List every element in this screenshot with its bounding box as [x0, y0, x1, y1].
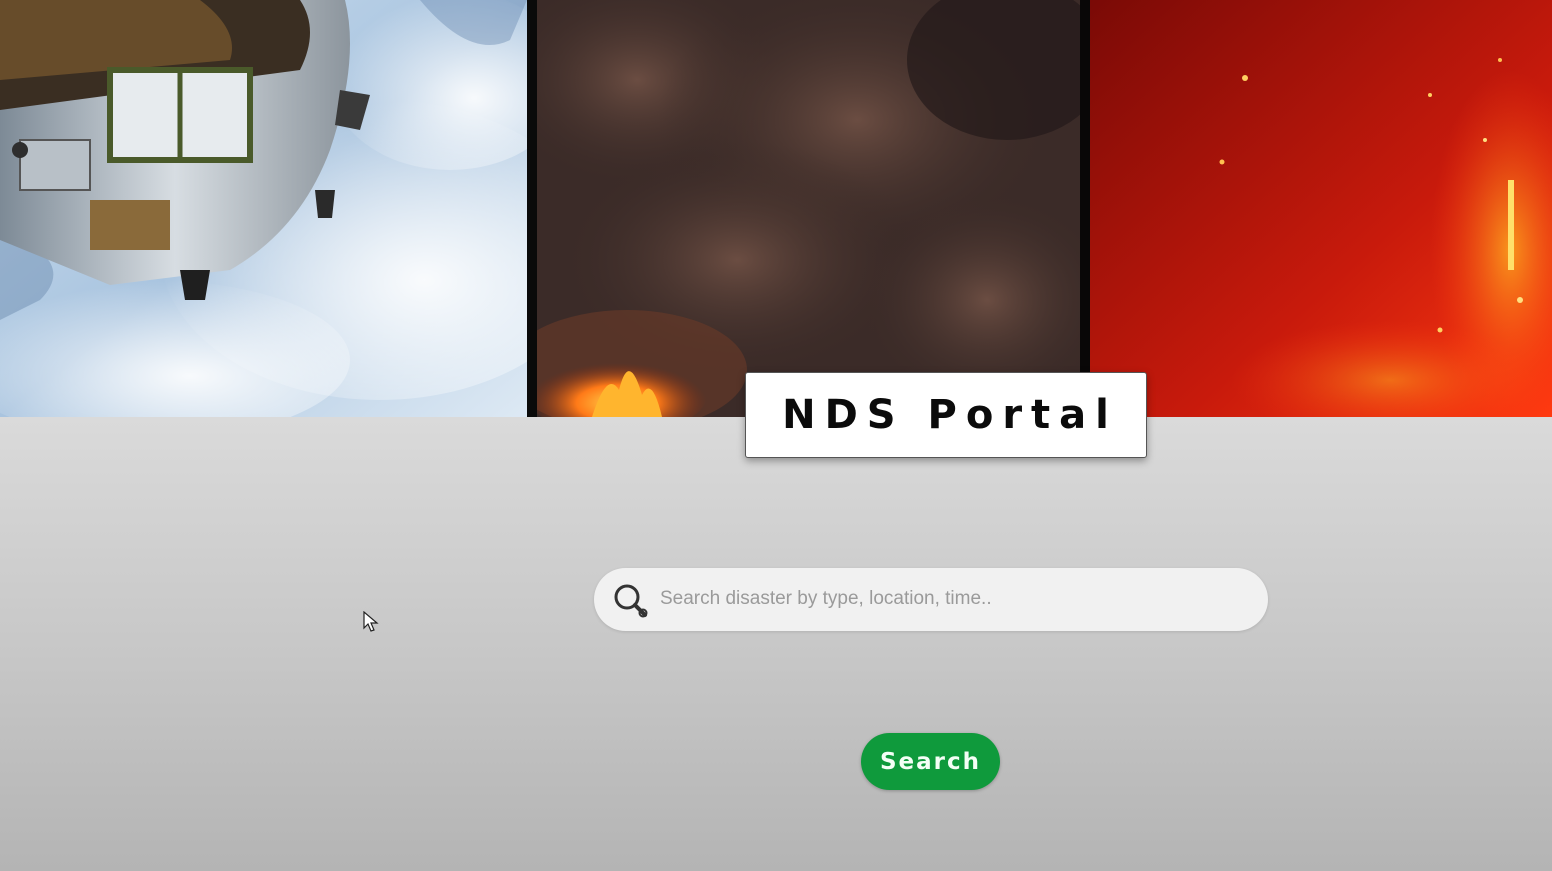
page-title: NDS Portal: [782, 392, 1118, 438]
search-icon[interactable]: [612, 582, 650, 620]
search-input[interactable]: [660, 578, 1240, 620]
portal-title-card: NDS Portal: [745, 372, 1147, 458]
search-button[interactable]: Search: [861, 733, 1000, 790]
hero-banner: [0, 0, 1552, 417]
smoke-fire-image: [537, 0, 1080, 417]
wildfire-image: [1090, 0, 1552, 417]
satellite-image: [0, 0, 527, 417]
banner-divider: [527, 0, 537, 417]
mouse-cursor-icon: [363, 611, 379, 632]
search-bar[interactable]: [594, 568, 1268, 631]
banner-divider: [1080, 0, 1090, 417]
